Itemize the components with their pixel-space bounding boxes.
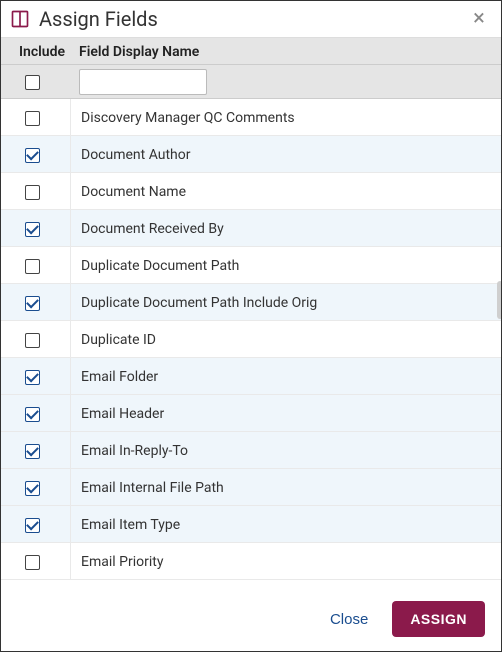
row-checkbox[interactable]: [25, 555, 40, 570]
table-row[interactable]: Document Received By: [1, 210, 501, 247]
table-row[interactable]: Discovery Manager QC Comments: [1, 99, 501, 136]
row-checkbox[interactable]: [25, 111, 40, 126]
row-checkbox[interactable]: [25, 296, 40, 311]
row-checkbox[interactable]: [25, 444, 40, 459]
row-field-name: Document Received By: [71, 215, 501, 241]
row-checkbox[interactable]: [25, 148, 40, 163]
row-checkbox[interactable]: [25, 333, 40, 348]
row-field-name: Document Name: [71, 178, 501, 204]
filter-name-input[interactable]: [79, 69, 207, 95]
row-field-name: Email Priority: [71, 548, 501, 574]
grid-filter-row: [1, 65, 501, 99]
table-row[interactable]: Email Internal File Path: [1, 469, 501, 506]
grid-body: Discovery Manager QC Comments Document Au…: [1, 99, 501, 587]
row-field-name: Duplicate Document Path Include Orig: [71, 289, 501, 315]
table-row[interactable]: Document Name: [1, 173, 501, 210]
table-row[interactable]: Email Priority: [1, 543, 501, 580]
columns-icon: [9, 8, 31, 30]
grid-header-row: Include Field Display Name: [1, 38, 501, 65]
table-row[interactable]: Email Item Type: [1, 506, 501, 543]
column-header-name[interactable]: Field Display Name: [71, 38, 501, 64]
table-row[interactable]: Duplicate Document Path Include Orig: [1, 284, 501, 321]
row-field-name: Email In-Reply-To: [71, 437, 501, 463]
assign-fields-dialog: Assign Fields × Include Field Display Na…: [1, 1, 501, 651]
row-field-name: Document Author: [71, 141, 501, 167]
table-row[interactable]: Document Author: [1, 136, 501, 173]
row-checkbox[interactable]: [25, 222, 40, 237]
row-field-name: Email Internal File Path: [71, 474, 501, 500]
close-button[interactable]: Close: [326, 605, 372, 634]
row-checkbox[interactable]: [25, 370, 40, 385]
row-field-name: Duplicate Document Path: [71, 252, 501, 278]
table-row[interactable]: Duplicate ID: [1, 321, 501, 358]
dialog-header: Assign Fields ×: [1, 1, 501, 38]
scrollbar-thumb[interactable]: [497, 281, 501, 319]
table-row[interactable]: Email Folder: [1, 358, 501, 395]
close-icon[interactable]: ×: [467, 8, 491, 30]
row-checkbox[interactable]: [25, 481, 40, 496]
table-row[interactable]: Duplicate Document Path: [1, 247, 501, 284]
row-checkbox[interactable]: [25, 407, 40, 422]
row-field-name: Email Item Type: [71, 511, 501, 537]
row-checkbox[interactable]: [25, 259, 40, 274]
row-checkbox[interactable]: [25, 518, 40, 533]
row-field-name: Email Header: [71, 400, 501, 426]
table-row[interactable]: Email Header: [1, 395, 501, 432]
row-field-name: Email Folder: [71, 363, 501, 389]
row-field-name: Discovery Manager QC Comments: [71, 104, 501, 130]
column-header-include[interactable]: Include: [1, 38, 71, 64]
select-all-checkbox[interactable]: [25, 75, 40, 90]
table-row[interactable]: Email In-Reply-To: [1, 432, 501, 469]
dialog-title: Assign Fields: [39, 7, 467, 31]
row-checkbox[interactable]: [25, 185, 40, 200]
row-field-name: Duplicate ID: [71, 326, 501, 352]
dialog-footer: Close ASSIGN: [1, 587, 501, 651]
assign-button[interactable]: ASSIGN: [392, 601, 485, 637]
